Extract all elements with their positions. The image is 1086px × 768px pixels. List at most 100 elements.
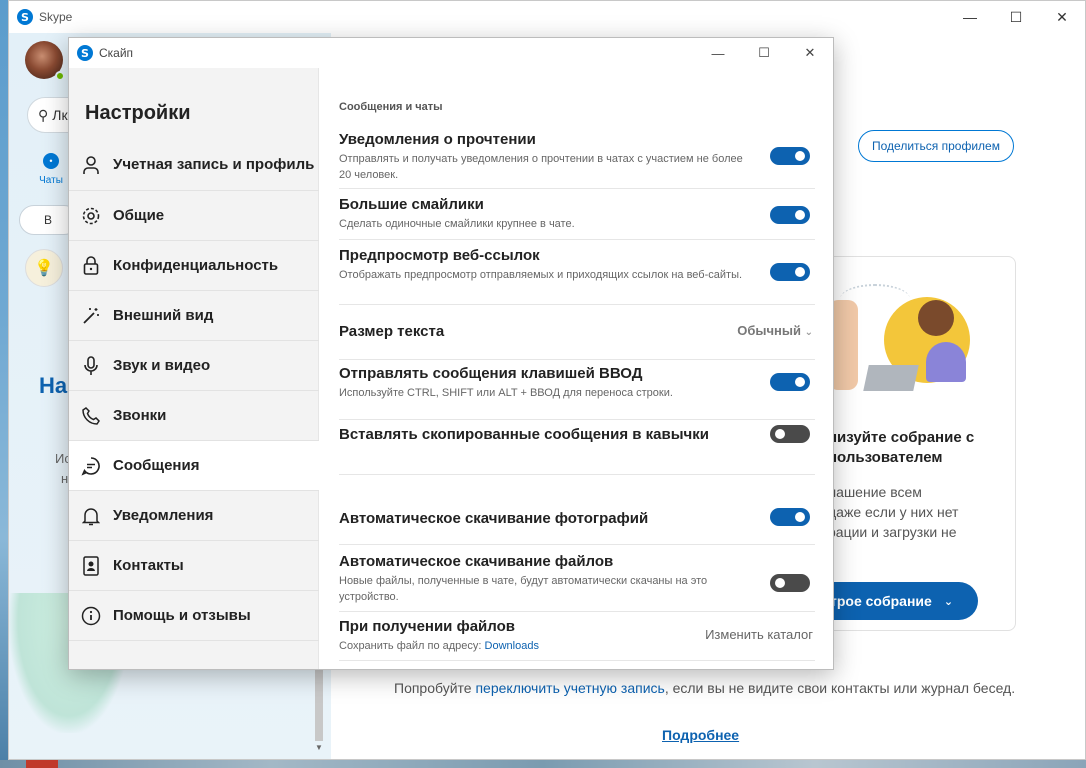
nav-item-notifications[interactable]: Уведомления (69, 491, 319, 541)
chevron-down-icon[interactable]: ⌄ (944, 595, 953, 608)
nav-item-help[interactable]: Помощь и отзывы (69, 591, 319, 641)
main-window-title: Skype (39, 10, 73, 24)
desktop-strip (0, 760, 1086, 768)
share-profile-button[interactable]: Поделиться профилем (858, 130, 1014, 162)
auto-download-files-toggle[interactable] (770, 574, 810, 592)
text-size-dropdown[interactable]: Обычный ⌄ (737, 323, 813, 338)
nav-item-label: Помощь и отзывы (113, 606, 251, 624)
settings-nav-list: Учетная запись и профиль Общие Конфиденц… (69, 139, 319, 641)
main-titlebar: S Skype — ☐ ✕ (9, 1, 1085, 33)
nav-item-general[interactable]: Общие (69, 191, 319, 241)
person-icon (81, 155, 101, 175)
enter-to-send-toggle[interactable] (770, 373, 810, 391)
setting-large-emoticons: Большие смайлики Сделать одиночные смайл… (339, 195, 815, 240)
switch-account-link[interactable]: переключить учетную запись (475, 680, 664, 696)
switch-account-hint: Попробуйте переключить учетную запись, е… (394, 680, 1016, 696)
info-icon (81, 606, 101, 626)
minimize-button[interactable]: — (947, 1, 993, 33)
illustration-person-head (918, 300, 954, 336)
magic-wand-icon (81, 306, 101, 326)
search-placeholder: Лк (52, 107, 68, 123)
settings-dialog: S Скайп — ☐ ✕ Настройки Учетная запись и… (68, 37, 834, 670)
meet-now-card-label: трое собрание (830, 593, 932, 609)
search-icon: ⚲ (38, 106, 49, 123)
setting-file-location: При получении файлов Сохранить файл по а… (339, 617, 815, 661)
setting-desc: Сохранить файл по адресу: Downloads (339, 640, 539, 652)
nav-item-label: Звук и видео (113, 356, 211, 374)
read-receipts-toggle[interactable] (770, 147, 810, 165)
setting-auto-download-photos: Автоматическое скачивание фотографий (339, 508, 815, 545)
nav-item-contacts[interactable]: Контакты (69, 541, 319, 591)
skype-logo-icon: S (77, 45, 93, 61)
setting-title: Предпросмотр веб-ссылок (339, 247, 540, 264)
maximize-button[interactable]: ☐ (993, 1, 1039, 33)
nav-item-account[interactable]: Учетная запись и профиль (69, 139, 319, 191)
settings-nav-panel: Настройки Учетная запись и профиль Общие… (69, 68, 319, 669)
nav-chats[interactable]: • Чаты (31, 153, 71, 186)
large-emoticons-toggle[interactable] (770, 206, 810, 224)
setting-read-receipts: Уведомления о прочтении Отправлять и пол… (339, 130, 815, 189)
contacts-icon (81, 555, 101, 576)
setting-desc: Новые файлы, полученные в чате, будут ав… (339, 575, 708, 603)
learn-more-link[interactable]: Подробнее (662, 727, 739, 743)
setting-link-preview: Предпросмотр веб-ссылок Отображать предп… (339, 246, 815, 305)
setting-quote-paste: Вставлять скопированные сообщения в кавы… (339, 425, 815, 475)
chat-icon: • (43, 153, 59, 169)
meet-card-title: низуйте собрание с пользователем (828, 429, 975, 466)
downloads-link[interactable]: Downloads (485, 640, 539, 652)
setting-title: Автоматическое скачивание фотографий (339, 510, 649, 527)
nav-item-label: Конфиденциальность (113, 256, 279, 274)
nav-item-label: Контакты (113, 556, 184, 574)
nav-item-label: Внешний вид (113, 306, 214, 324)
illustration-laptop (863, 365, 919, 391)
nav-item-appearance[interactable]: Внешний вид (69, 291, 319, 341)
illustration-person-body (926, 342, 966, 382)
bot-avatar-icon[interactable]: 💡 (25, 249, 63, 287)
bell-icon (81, 506, 101, 526)
dialog-title: Скайп (99, 46, 134, 60)
setting-title: Автоматическое скачивание файлов (339, 553, 614, 570)
dialog-maximize-button[interactable]: ☐ (741, 38, 787, 68)
setting-desc: Отображать предпросмотр отправляемых и п… (339, 269, 743, 281)
chevron-down-icon: ⌄ (804, 327, 813, 338)
lock-icon (81, 255, 101, 276)
nav-item-calls[interactable]: Звонки (69, 391, 319, 441)
nav-item-messages[interactable]: Сообщения (69, 441, 319, 491)
quote-paste-toggle[interactable] (770, 425, 810, 443)
taskbar-thumbnail (26, 760, 58, 768)
setting-enter-to-send: Отправлять сообщения клавишей ВВОД Испол… (339, 364, 815, 420)
sidebar-welcome-heading: На (39, 373, 68, 398)
settings-content: Сообщения и чаты Уведомления о прочтении… (320, 68, 833, 669)
nav-item-label: Звонки (113, 406, 167, 424)
nav-item-label: Сообщения (113, 456, 200, 474)
change-folder-button[interactable]: Изменить каталог (705, 627, 813, 642)
setting-desc: Используйте CTRL, SHIFT или ALT + ВВОД д… (339, 387, 673, 399)
settings-heading: Настройки (85, 102, 191, 124)
meet-card-text: лашение всем даже если у них нет рации и… (828, 484, 959, 540)
meet-now-label: В (44, 213, 53, 227)
message-icon (81, 456, 101, 476)
setting-title: Отправлять сообщения клавишей ВВОД (339, 365, 643, 382)
nav-item-privacy[interactable]: Конфиденциальность (69, 241, 319, 291)
setting-text-size: Размер текста Обычный ⌄ (339, 322, 815, 360)
microphone-icon (81, 355, 101, 376)
nav-item-audio-video[interactable]: Звук и видео (69, 341, 319, 391)
nav-item-label: Общие (113, 206, 165, 224)
scroll-down-icon[interactable]: ▼ (315, 743, 323, 752)
nav-item-label: Уведомления (113, 506, 214, 524)
skype-logo-icon: S (17, 9, 33, 25)
online-status-icon (55, 71, 65, 81)
link-preview-toggle[interactable] (770, 263, 810, 281)
setting-auto-download-files: Автоматическое скачивание файлов Новые ф… (339, 552, 815, 612)
dialog-titlebar: S Скайп — ☐ ✕ (69, 38, 833, 68)
dialog-close-button[interactable]: ✕ (787, 38, 833, 68)
phone-icon (81, 406, 101, 426)
setting-title: Уведомления о прочтении (339, 131, 536, 148)
setting-desc: Отправлять и получать уведомления о проч… (339, 153, 743, 181)
setting-title: Большие смайлики (339, 196, 484, 213)
auto-download-photos-toggle[interactable] (770, 508, 810, 526)
close-button[interactable]: ✕ (1039, 1, 1085, 33)
setting-desc: Сделать одиночные смайлики крупнее в чат… (339, 218, 575, 230)
dialog-minimize-button[interactable]: — (695, 38, 741, 68)
setting-title: Вставлять скопированные сообщения в кавы… (339, 426, 709, 443)
